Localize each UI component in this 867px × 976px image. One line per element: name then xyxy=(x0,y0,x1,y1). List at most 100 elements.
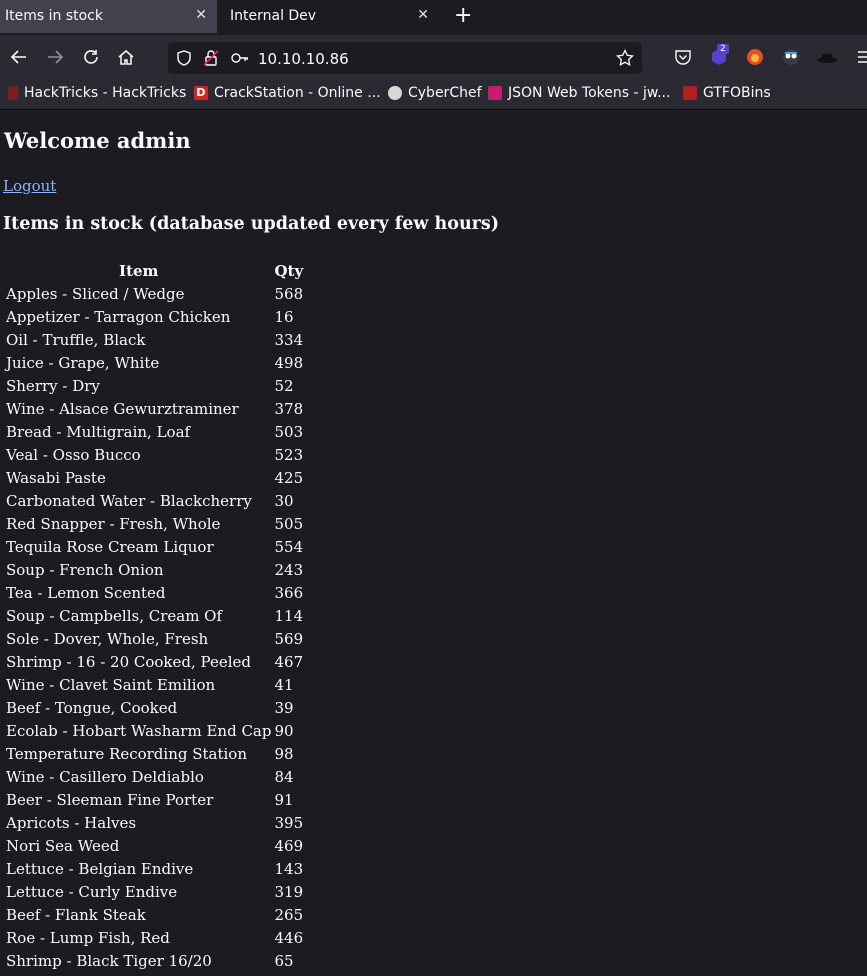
tab-items-in-stock[interactable]: Items in stock ✕ xyxy=(0,0,217,33)
new-tab-icon[interactable]: + xyxy=(454,4,472,28)
qty-cell: 91 xyxy=(274,790,294,809)
table-row: Juice - Grape, White 498 xyxy=(6,351,303,374)
qty-cell: 90 xyxy=(274,721,294,740)
extension-badge: 2 xyxy=(717,44,729,54)
close-icon[interactable]: ✕ xyxy=(195,7,207,23)
item-name-cell: Temperature Recording Station xyxy=(6,744,248,763)
item-name-cell: Wine - Casillero Deldiablo xyxy=(6,767,204,786)
pocket-icon[interactable] xyxy=(671,45,695,69)
qty-cell: 554 xyxy=(274,537,304,556)
item-name-cell: Lettuce - Curly Endive xyxy=(6,882,178,901)
item-name-cell: Beer - Sleeman Fine Porter xyxy=(6,790,214,809)
url-text[interactable]: 10.10.10.86 xyxy=(258,50,349,68)
back-arrow-icon[interactable] xyxy=(7,45,31,69)
item-name-cell: Tea - Lemon Scented xyxy=(6,583,166,602)
stock-table: Item Qty Apples - Sliced / Wedge 568 Appet… xyxy=(3,259,306,972)
column-header-item: Item xyxy=(119,261,159,280)
qty-cell: 143 xyxy=(274,859,304,878)
hat-extension-icon[interactable] xyxy=(815,45,839,69)
item-name-cell: Apricots - Halves xyxy=(6,813,137,832)
table-row: Appetizer - Tarragon Chicken 16 xyxy=(6,305,303,328)
qty-cell: 505 xyxy=(274,514,304,533)
item-name-cell: Shrimp - 16 - 20 Cooked, Peeled xyxy=(6,652,251,671)
table-row: Tequila Rose Cream Liquor 554 xyxy=(6,535,303,558)
table-body: Apples - Sliced / Wedge 568 Appetizer - Ta… xyxy=(6,282,303,972)
table-row: Roe - Lump Fish, Red 446 xyxy=(6,926,303,949)
qty-cell: 523 xyxy=(274,445,304,464)
item-name-cell: Red Snapper - Fresh, Whole xyxy=(6,514,221,533)
table-row: Temperature Recording Station 98 xyxy=(6,742,303,765)
home-icon[interactable] xyxy=(114,45,138,69)
table-header-row: Item Qty xyxy=(6,259,303,282)
tab-title: Items in stock xyxy=(5,8,103,24)
qty-cell: 569 xyxy=(274,629,304,648)
table-row: Wine - Casillero Deldiablo 84 xyxy=(6,765,303,788)
shield-icon[interactable] xyxy=(176,50,192,70)
bookmark-jwt[interactable]: JSON Web Tokens - jw... xyxy=(488,85,670,101)
bookmark-cyberchef[interactable]: CyberChef xyxy=(388,85,482,101)
bookmark-star-icon[interactable] xyxy=(616,48,634,71)
table-row: Red Snapper - Fresh, Whole 505 xyxy=(6,512,303,535)
bookmark-gtfobins[interactable]: GTFOBins xyxy=(683,85,771,101)
table-row: Beef - Flank Steak 265 xyxy=(6,903,303,926)
tab-internal-dev[interactable]: Internal Dev ✕ xyxy=(222,0,439,33)
table-row: Ecolab - Hobart Washarm End Cap 90 xyxy=(6,719,303,742)
qty-cell: 446 xyxy=(274,928,304,947)
item-name-cell: Tequila Rose Cream Liquor xyxy=(6,537,214,556)
close-icon[interactable]: ✕ xyxy=(417,7,429,23)
fox-extension-icon[interactable] xyxy=(743,45,767,69)
item-name-cell: Wine - Clavet Saint Emilion xyxy=(6,675,216,694)
table-row: Carbonated Water - Blackcherry 30 xyxy=(6,489,303,512)
table-row: Wasabi Paste 425 xyxy=(6,466,303,489)
bookmark-label: CyberChef xyxy=(408,85,482,101)
gtfobins-icon xyxy=(683,86,697,100)
welcome-heading: Welcome admin xyxy=(4,128,191,153)
table-row: Tea - Lemon Scented 366 xyxy=(6,581,303,604)
table-row: Apples - Sliced / Wedge 568 xyxy=(6,282,303,305)
item-name-cell: Wine - Alsace Gewurztraminer xyxy=(6,399,239,418)
item-name-cell: Carbonated Water - Blackcherry xyxy=(6,491,252,510)
item-name-cell: Veal - Osso Bucco xyxy=(6,445,141,464)
tab-strip: Items in stock ✕ Internal Dev ✕ + xyxy=(0,0,867,35)
qty-cell: 41 xyxy=(274,675,294,694)
hacker-extension-icon[interactable] xyxy=(779,45,803,69)
qty-cell: 498 xyxy=(274,353,304,372)
reload-icon[interactable] xyxy=(79,45,103,69)
page-content: Welcome admin Logout Items in stock (dat… xyxy=(0,110,867,976)
stock-heading: Items in stock (database updated every f… xyxy=(3,214,500,234)
key-icon[interactable] xyxy=(231,50,249,70)
table-row: Wine - Alsace Gewurztraminer 378 xyxy=(6,397,303,420)
qty-cell: 503 xyxy=(274,422,304,441)
qty-cell: 425 xyxy=(274,468,304,487)
qty-cell: 467 xyxy=(274,652,304,671)
item-name-cell: Nori Sea Weed xyxy=(6,836,120,855)
forward-arrow-icon[interactable] xyxy=(43,45,67,69)
table-row: Sherry - Dry 52 xyxy=(6,374,303,397)
item-name-cell: Bread - Multigrain, Loaf xyxy=(6,422,191,441)
logout-link[interactable]: Logout xyxy=(3,177,56,195)
item-name-cell: Sole - Dover, Whole, Fresh xyxy=(6,629,209,648)
insecure-lock-icon[interactable] xyxy=(203,50,219,70)
bookmark-label: CrackStation - Online ... xyxy=(214,85,381,101)
menu-icon[interactable] xyxy=(853,45,867,69)
item-name-cell: Lettuce - Belgian Endive xyxy=(6,859,194,878)
qty-cell: 334 xyxy=(274,330,304,349)
item-name-cell: Sherry - Dry xyxy=(6,376,100,395)
table-row: Beef - Tongue, Cooked 39 xyxy=(6,696,303,719)
qty-cell: 65 xyxy=(274,951,294,970)
bookmark-hacktricks[interactable]: HackTricks - HackTricks xyxy=(8,85,186,101)
table-row: Beer - Sleeman Fine Porter 91 xyxy=(6,788,303,811)
table-row: Shrimp - 16 - 20 Cooked, Peeled 467 xyxy=(6,650,303,673)
qty-cell: 319 xyxy=(274,882,304,901)
qty-cell: 114 xyxy=(274,606,304,625)
item-name-cell: Soup - French Onion xyxy=(6,560,164,579)
url-bar[interactable]: 10.10.10.86 xyxy=(168,42,642,74)
bookmark-label: GTFOBins xyxy=(703,85,771,101)
table-row: Sole - Dover, Whole, Fresh 569 xyxy=(6,627,303,650)
item-name-cell: Juice - Grape, White xyxy=(6,353,160,372)
bookmark-crackstation[interactable]: D CrackStation - Online ... xyxy=(194,85,381,101)
table-row: Oil - Truffle, Black 334 xyxy=(6,328,303,351)
navigation-bar: 10.10.10.86 2 xyxy=(0,35,867,82)
item-name-cell: Roe - Lump Fish, Red xyxy=(6,928,170,947)
qty-cell: 265 xyxy=(274,905,304,924)
